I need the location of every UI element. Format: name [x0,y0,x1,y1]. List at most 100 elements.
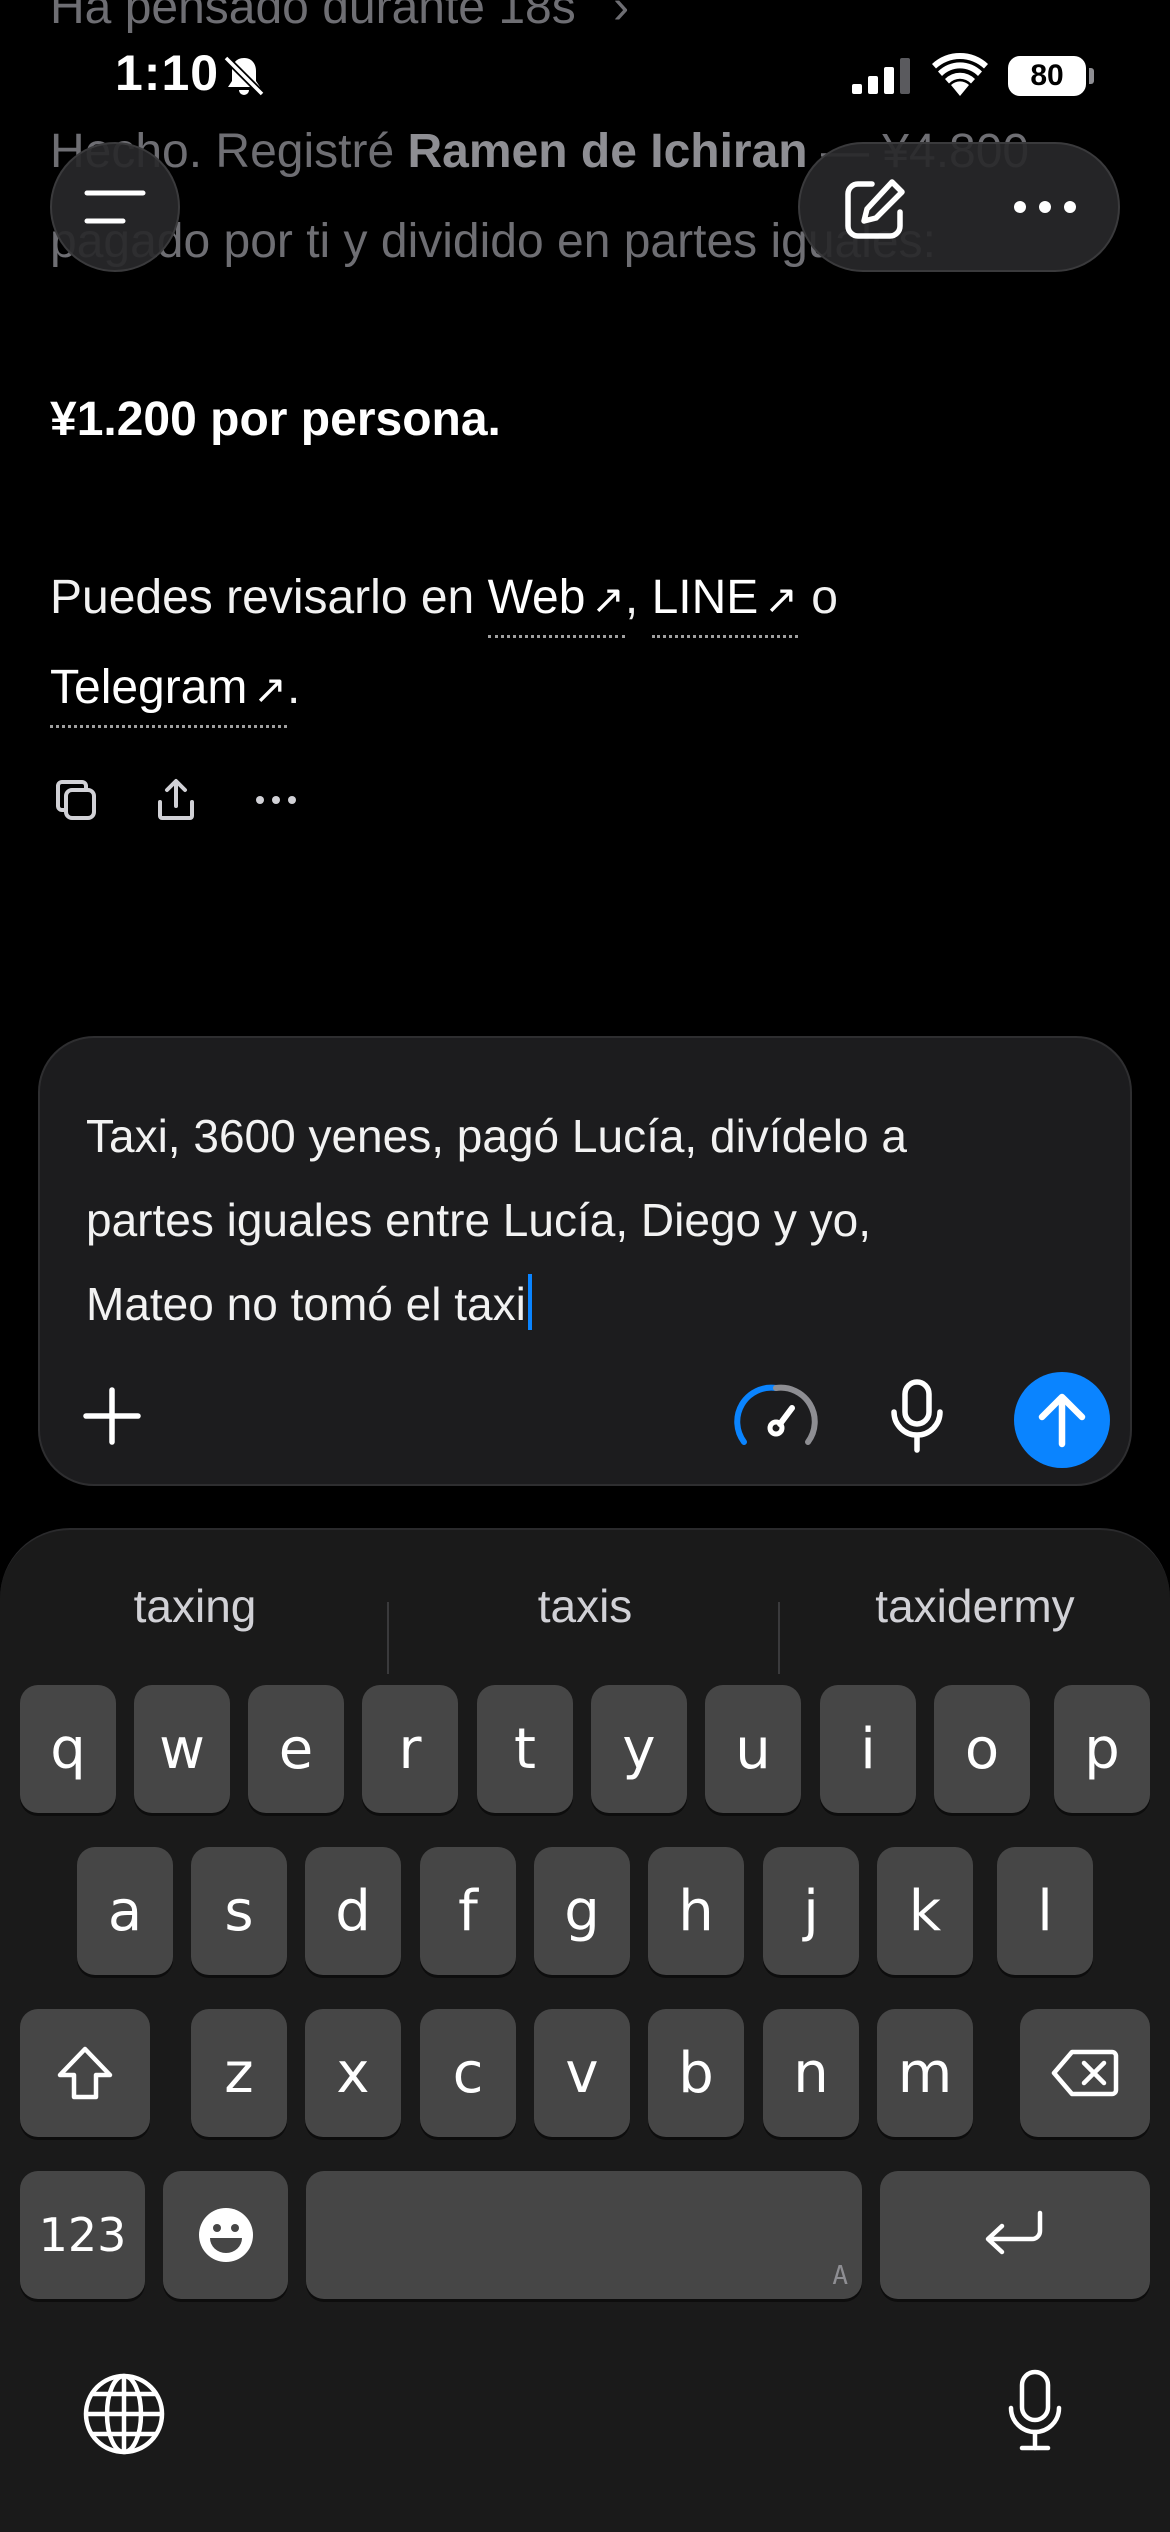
header-actions [798,142,1120,272]
bell-slash-icon [223,55,265,97]
key-p[interactable]: p [1054,1685,1150,1813]
numbers-key-label: 123 [38,2208,127,2262]
telegram-link[interactable]: Telegram ↗ [50,661,287,714]
suggestion-divider [778,1602,780,1674]
key-o[interactable]: o [934,1685,1030,1813]
key-n[interactable]: n [763,2009,859,2137]
suggestion-item[interactable]: taxidermy [790,1566,1160,1646]
input-line-1: Taxi, 3600 yenes, pagó Lucía, divídelo a [86,1110,907,1162]
key-e[interactable]: e [248,1685,344,1813]
comma: , [624,571,639,624]
reasoning-speed-button[interactable] [734,1380,818,1457]
line-link-label: LINE [651,571,759,624]
key-f[interactable]: f [420,1847,516,1975]
key-y[interactable]: y [591,1685,687,1813]
microphone-icon [891,1379,943,1453]
more-actions-button[interactable] [248,772,304,828]
share-icon [158,779,194,820]
key-b[interactable]: b [648,2009,744,2137]
key-z[interactable]: z [191,2009,287,2137]
key-a[interactable]: a [77,1847,173,1975]
keyboard-dictation-button[interactable] [1006,2368,1064,2459]
menu-icon [84,190,146,224]
key-s[interactable]: s [191,1847,287,1975]
external-link-icon: ↗ [591,578,625,622]
space-key[interactable]: A [306,2171,862,2299]
battery-indicator: 80 [1008,56,1086,96]
key-x[interactable]: x [305,2009,401,2137]
return-key[interactable] [880,2171,1150,2299]
key-m[interactable]: m [877,2009,973,2137]
numbers-key[interactable]: 123 [20,2171,145,2299]
conjunction-o: o [811,571,838,624]
review-line: Puedes revisarlo en Web ↗, LINE ↗ o [50,568,838,630]
suggestion-bar: taxing taxis taxidermy [0,1566,1170,1674]
screen: Ha pensado durante 18s › Hecho. Registré… [0,0,1170,2532]
key-v[interactable]: v [534,2009,630,2137]
line-link[interactable]: LINE ↗ [652,571,798,624]
suggestion-item[interactable]: taxing [10,1566,380,1646]
status-time: 1:10 [115,45,220,101]
message-input[interactable]: Taxi, 3600 yenes, pagó Lucía, divídelo a… [86,1094,1086,1346]
share-button[interactable] [148,772,204,828]
web-link[interactable]: Web ↗ [488,571,625,624]
external-link-icon: ↗ [764,578,798,622]
return-icon [985,2210,1043,2255]
status-bar: 1:10 80 [0,0,1170,150]
input-line-3-text: Mateo no tomó el taxi [86,1278,526,1330]
copy-button[interactable] [48,772,104,828]
more-icon [256,796,296,804]
message-composer: Taxi, 3600 yenes, pagó Lucía, divídelo a… [38,1036,1132,1486]
wifi-icon [932,52,988,96]
suggestion-item[interactable]: taxis [400,1566,770,1646]
key-d[interactable]: d [305,1847,401,1975]
microphone-icon [1008,2369,1062,2451]
input-line-2: partes iguales entre Lucía, Diego y yo, [86,1194,872,1246]
compose-icon [845,179,905,239]
plus-icon [83,1387,141,1445]
keyboard: taxing taxis taxidermy q w e r t y u i o… [0,1528,1170,2532]
key-i[interactable]: i [820,1685,916,1813]
ellipsis-icon [1014,201,1076,213]
suggestion-divider [387,1602,389,1674]
text-caret [527,1274,532,1330]
dictation-button[interactable] [888,1378,946,1459]
battery-cap [1089,68,1094,84]
emoji-key[interactable] [163,2171,288,2299]
key-j[interactable]: j [763,1847,859,1975]
key-c[interactable]: c [420,2009,516,2137]
space-key-hint: A [832,2261,848,2291]
input-line-3: Mateo no tomó el taxi [86,1262,1086,1346]
key-u[interactable]: u [705,1685,801,1813]
key-g[interactable]: g [534,1847,630,1975]
new-chat-button[interactable] [840,174,910,249]
telegram-link-label: Telegram [50,661,248,714]
period: . [286,661,301,714]
key-r[interactable]: r [362,1685,458,1813]
web-link-label: Web [487,571,586,624]
keyboard-switch-button[interactable] [82,2372,166,2461]
shift-icon [57,2046,113,2100]
send-button[interactable] [1014,1372,1110,1468]
message-actions [48,772,304,828]
key-h[interactable]: h [648,1847,744,1975]
arrow-up-icon [1038,1393,1086,1448]
emoji-icon [198,2208,253,2262]
key-k[interactable]: k [877,1847,973,1975]
key-w[interactable]: w [134,1685,230,1813]
attach-button[interactable] [80,1384,144,1453]
more-options-button[interactable] [1010,184,1080,235]
review-line-2: Telegram ↗. [50,658,300,720]
globe-icon [83,2373,165,2455]
delete-key[interactable] [1020,2009,1150,2137]
key-l[interactable]: l [997,1847,1093,1975]
review-prefix: Puedes revisarlo en [50,571,488,624]
sidebar-menu-button[interactable] [50,142,180,272]
copy-icon [56,780,96,820]
key-q[interactable]: q [20,1685,116,1813]
per-person-amount: ¥1.200 por persona. [50,393,501,446]
key-t[interactable]: t [477,1685,573,1813]
speedometer-icon [734,1384,818,1445]
shift-key[interactable] [20,2009,150,2137]
external-link-icon: ↗ [253,668,287,712]
